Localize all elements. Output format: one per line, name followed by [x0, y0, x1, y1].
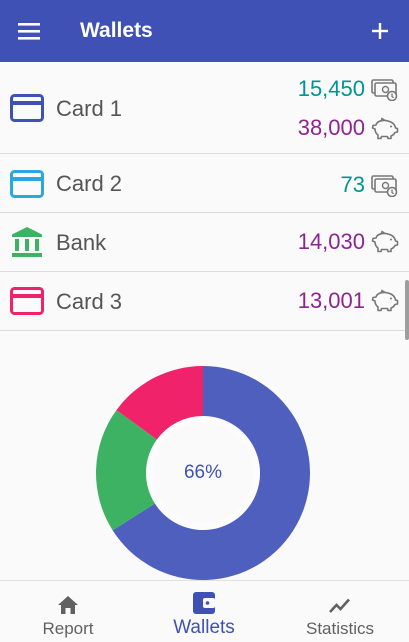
wallet-name: Bank	[56, 230, 107, 255]
trending-up-icon	[329, 598, 350, 613]
home-icon	[58, 596, 78, 614]
tab-label: Report	[42, 619, 94, 638]
bank-icon	[12, 227, 42, 257]
donut-center-label: 66%	[183, 462, 223, 483]
tab-report[interactable]: Report	[0, 581, 136, 642]
tab-statistics[interactable]: Statistics	[272, 581, 408, 642]
tab-wallets[interactable]: Wallets	[136, 581, 272, 642]
app-root: Wallets Card 1 15,450 38,000 Card 2 73 B…	[0, 0, 409, 642]
cash-icon	[371, 175, 398, 197]
bottom-navigation: Report Wallets Statistics	[0, 580, 409, 642]
wallet-name: Card 2	[56, 171, 123, 196]
add-icon[interactable]	[365, 16, 395, 46]
wallet-list: Card 1 15,450 38,000 Card 2 73 Bank 14,0…	[0, 62, 409, 331]
app-bar: Wallets	[0, 0, 409, 62]
tab-label: Statistics	[305, 619, 375, 638]
wallet-amount: 73	[340, 172, 365, 197]
wallet-row-card-3[interactable]: Card 3 13,001	[0, 272, 409, 331]
wallet-icon	[193, 592, 215, 614]
wallet-row-card-2[interactable]: Card 2 73	[0, 154, 409, 213]
wallet-amount: 14,030	[297, 229, 365, 254]
credit-card-icon	[10, 170, 44, 198]
piggy-bank-icon	[371, 117, 399, 140]
wallet-amount: 15,450	[297, 76, 365, 101]
scrollbar[interactable]	[405, 280, 409, 340]
cash-icon	[371, 79, 398, 101]
wallet-row-bank[interactable]: Bank 14,030	[0, 213, 409, 272]
credit-card-icon	[10, 287, 44, 315]
wallet-amount: 13,001	[297, 288, 365, 313]
tab-label: Wallets	[173, 617, 235, 638]
wallet-name: Card 1	[56, 96, 123, 121]
menu-icon[interactable]	[14, 17, 44, 45]
piggy-bank-icon	[371, 230, 399, 253]
wallet-row-card-1[interactable]: Card 1 15,450 38,000	[0, 62, 409, 154]
credit-card-icon	[10, 94, 44, 122]
wallet-donut-chart: 66%	[90, 360, 316, 586]
piggy-bank-icon	[371, 289, 399, 312]
wallet-name: Card 3	[56, 289, 123, 314]
page-title: Wallets	[80, 19, 153, 42]
wallet-amount: 38,000	[297, 115, 365, 140]
